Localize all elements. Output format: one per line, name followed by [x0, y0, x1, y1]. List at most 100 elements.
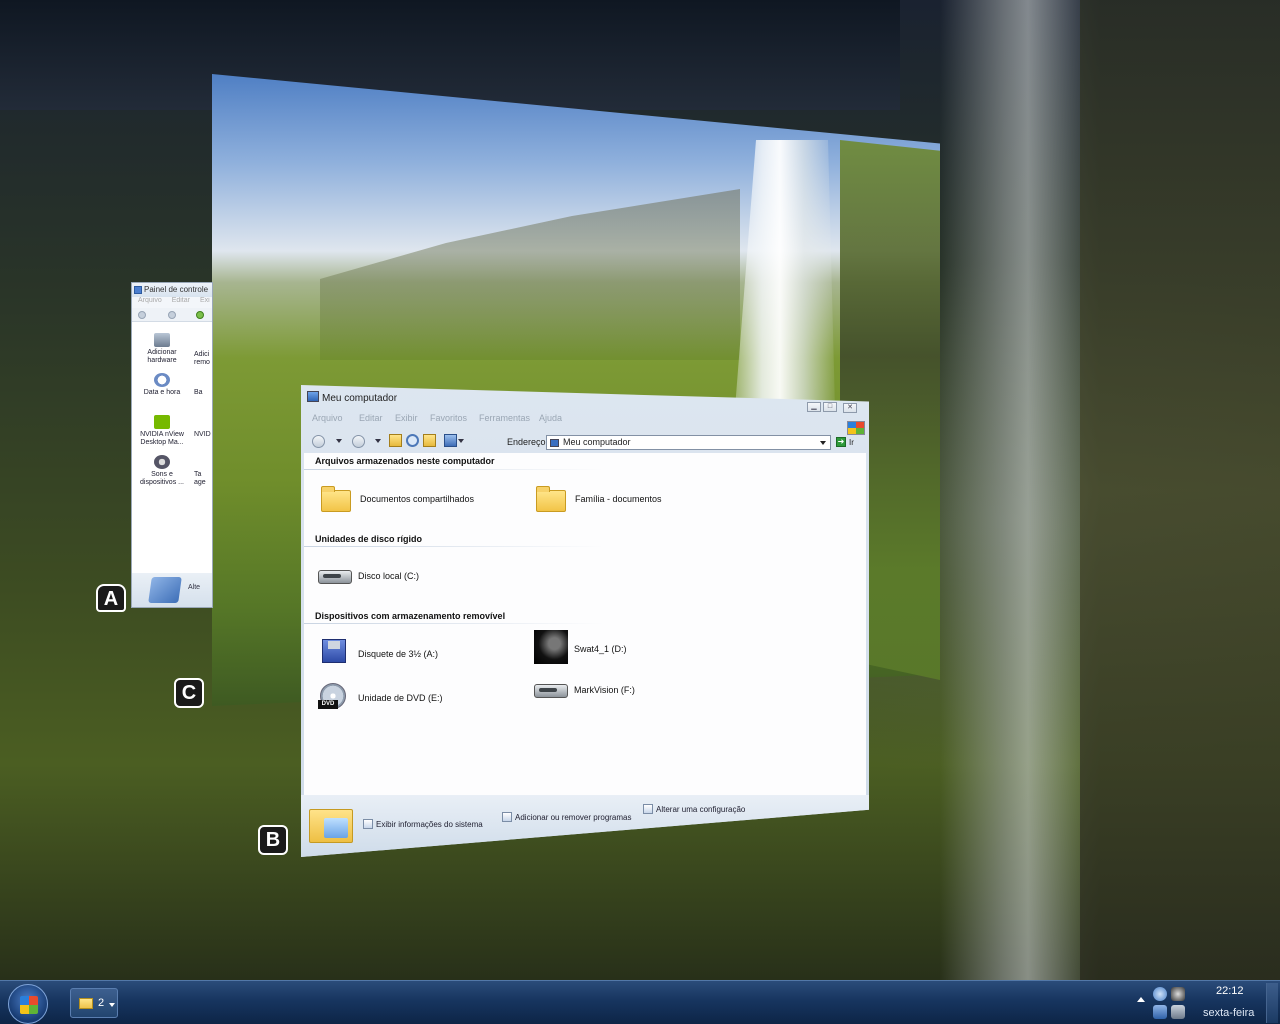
forward-icon[interactable]: [168, 311, 176, 319]
cp-item-col2[interactable]: Ba: [194, 389, 203, 397]
forward-icon[interactable]: [352, 435, 365, 448]
monitor-icon[interactable]: [1153, 1005, 1167, 1019]
address-value: Meu computador: [563, 437, 631, 447]
task-label: Alterar uma configuração: [656, 804, 746, 814]
show-hidden-icons-icon[interactable]: [1137, 997, 1145, 1002]
nvidia-icon: [154, 415, 170, 429]
control-panel-big-icon: [148, 577, 182, 603]
system-info-icon: [363, 819, 373, 829]
toolbar: Endereço Meu computador ➜ Ir: [301, 429, 869, 453]
back-dropdown-icon[interactable]: [336, 439, 342, 443]
cp-item-col2[interactable]: Ta: [194, 471, 201, 479]
views-dropdown-icon[interactable]: [458, 439, 464, 443]
task-label: Adicionar ou remover programas: [515, 812, 632, 822]
control-panel-title: Painel de controle: [144, 285, 209, 294]
task-add-remove-programs[interactable]: Adicionar ou remover programas: [502, 812, 632, 822]
start-button[interactable]: [8, 984, 48, 1024]
cp-item-label: Data e hora: [143, 389, 181, 396]
item-dvd-drive[interactable]: DVD Unidade de DVD (E:): [318, 683, 443, 713]
marker-a: A: [96, 584, 126, 612]
taskbar: 2 22:12 sexta-feira: [0, 980, 1280, 1024]
menu-arquivo[interactable]: Arquivo: [312, 413, 343, 423]
cp-item-nvidia[interactable]: NVIDIA nView Desktop Ma...: [137, 415, 187, 447]
forward-dropdown-icon[interactable]: [375, 439, 381, 443]
clock-day[interactable]: sexta-feira: [1203, 1007, 1254, 1019]
dvd-tag: DVD: [318, 700, 338, 709]
clock-time[interactable]: 22:12: [1216, 985, 1244, 997]
cp-item-label: Adicionar hardware: [147, 349, 177, 364]
speaker-icon[interactable]: [1171, 1005, 1185, 1019]
group-header-removable: Dispositivos com armazenamento removível: [315, 611, 506, 621]
control-panel-titlebar[interactable]: Painel de controle: [132, 283, 212, 297]
cp-item-sounds[interactable]: Sons e dispositivos ...: [137, 455, 187, 487]
item-swat-drive[interactable]: Swat4_1 (D:): [534, 630, 627, 664]
marker-c: C: [174, 678, 204, 708]
menu-favoritos[interactable]: Favoritos: [430, 413, 467, 423]
floppy-icon: [318, 639, 350, 669]
group-divider: [304, 469, 604, 470]
item-markvision-drive[interactable]: MarkVision (F:): [534, 675, 635, 705]
menu-ferramentas[interactable]: Ferramentas: [479, 413, 530, 423]
my-computer-window[interactable]: Meu computador ▁ □ ✕ Arquivo Editar Exib…: [301, 385, 869, 857]
item-floppy[interactable]: Disquete de 3½ (A:): [318, 639, 438, 669]
search-icon[interactable]: [406, 434, 419, 447]
folders-icon[interactable]: [423, 434, 436, 447]
menu-ajuda[interactable]: Ajuda: [539, 413, 562, 423]
control-panel-icon: [643, 804, 653, 814]
cp-item-col2: remo: [194, 359, 210, 366]
cp-item-date-time[interactable]: Data e hora: [137, 373, 187, 397]
go-arrow-icon[interactable]: ➜: [836, 437, 846, 447]
item-shared-documents[interactable]: Documentos compartilhados: [320, 484, 474, 514]
cp-menu-arquivo[interactable]: Arquivo: [138, 297, 162, 304]
dvd-icon: DVD: [318, 683, 350, 713]
task-pane-footer: Exibir informações do sistema Adicionar …: [301, 795, 869, 857]
folder-icon: [320, 484, 352, 514]
views-icon[interactable]: [444, 434, 457, 447]
up-folder-icon[interactable]: [196, 311, 204, 319]
window-title: Meu computador: [322, 393, 398, 404]
address-dropdown-icon[interactable]: [820, 441, 826, 445]
item-label: Disco local (C:): [358, 571, 420, 581]
item-label: Disquete de 3½ (A:): [358, 649, 439, 659]
folder-icon: [535, 484, 567, 514]
cp-footer-link[interactable]: Alte: [188, 584, 200, 591]
add-remove-icon: [502, 812, 512, 822]
show-desktop-button[interactable]: [1266, 983, 1278, 1023]
cp-menu-editar[interactable]: Editar: [172, 297, 190, 304]
steam-icon[interactable]: [1171, 987, 1185, 1001]
go-button[interactable]: Ir: [849, 438, 854, 447]
control-panel-window[interactable]: Painel de controle Arquivo Editar Exi Ad…: [131, 282, 213, 608]
task-label: Exibir informações do sistema: [376, 819, 483, 829]
group-header-hard-disks: Unidades de disco rígido: [315, 534, 423, 544]
item-label: Família - documentos: [575, 494, 662, 504]
back-icon[interactable]: [312, 435, 325, 448]
desktop-sky: [0, 0, 900, 110]
task-change-setting[interactable]: Alterar uma configuração: [643, 804, 745, 814]
cp-item-label: NVIDIA nView Desktop Ma...: [140, 431, 184, 446]
taskbar-folder-group[interactable]: 2: [70, 988, 118, 1018]
cp-menu-exibir[interactable]: Exi: [200, 297, 210, 304]
up-folder-icon[interactable]: [389, 434, 402, 447]
control-panel-icon: [134, 286, 142, 294]
back-icon[interactable]: [138, 311, 146, 319]
desktop-background: Painel de controle Arquivo Editar Exi Ad…: [0, 0, 1280, 980]
item-local-disk[interactable]: Disco local (C:): [318, 561, 419, 591]
hard-drive-icon: [318, 561, 352, 591]
cp-item-col2[interactable]: NVID: [194, 431, 211, 439]
task-system-info[interactable]: Exibir informações do sistema: [363, 819, 483, 829]
group-header-files: Arquivos armazenados neste computador: [315, 456, 495, 466]
cp-item-add-hardware[interactable]: Adicionar hardware: [137, 333, 187, 365]
cp-item-col2: age: [194, 479, 206, 486]
item-family-documents[interactable]: Família - documentos: [535, 484, 662, 514]
chevron-down-icon: [109, 1003, 115, 1007]
menu-editar[interactable]: Editar: [359, 413, 383, 423]
cp-item-label: Sons e dispositivos ...: [140, 471, 184, 486]
control-panel-footer: Alte: [132, 573, 212, 607]
cp-item-col2[interactable]: Adici: [194, 351, 209, 359]
address-bar[interactable]: Meu computador: [546, 435, 831, 450]
clock-icon: [154, 373, 170, 387]
menu-exibir[interactable]: Exibir: [395, 413, 418, 423]
control-panel-toolbar: [132, 308, 212, 322]
windows-logo-icon: [20, 996, 38, 1014]
network-icon[interactable]: [1153, 987, 1167, 1001]
